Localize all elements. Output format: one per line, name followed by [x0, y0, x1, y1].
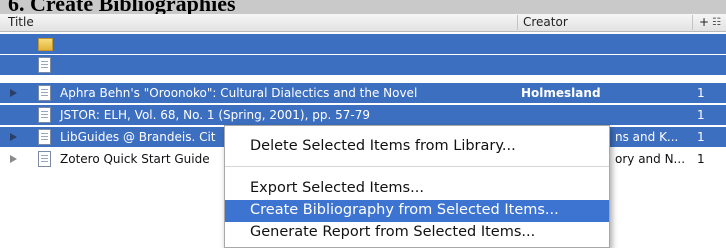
menu-item-label: Generate Report from Selected Items... — [250, 224, 536, 240]
menu-item-label: Delete Selected Items from Library... — [250, 138, 516, 154]
menu-item-export-selected[interactable]: Export Selected Items... — [225, 178, 609, 200]
row-count: 1 — [697, 108, 705, 122]
column-header-title[interactable]: Title — [8, 15, 34, 29]
table-row[interactable] — [0, 55, 726, 75]
column-header-creator[interactable]: Creator — [523, 15, 568, 29]
menu-item-generate-report[interactable]: Generate Report from Selected Items... — [225, 222, 609, 244]
expand-triangle-icon[interactable] — [10, 89, 17, 97]
menu-divider — [225, 166, 609, 167]
row-title: Aphra Behn's "Oroonoko": Cultural Dialec… — [60, 86, 418, 100]
row-count: 1 — [697, 152, 705, 166]
column-divider — [517, 15, 518, 30]
document-icon — [38, 129, 51, 145]
menu-item-label: Export Selected Items... — [250, 180, 424, 196]
table-row[interactable]: JSTOR: ELH, Vol. 68, No. 1 (Spring, 2001… — [0, 105, 726, 125]
row-title: JSTOR: ELH, Vol. 68, No. 1 (Spring, 2001… — [60, 108, 370, 122]
document-icon — [38, 57, 51, 73]
document-icon — [38, 151, 51, 167]
row-count: 1 — [697, 130, 705, 144]
folder-icon — [38, 38, 53, 51]
row-creator: ory and N... — [615, 152, 686, 166]
column-header-row: Title Creator + ☷ — [0, 14, 726, 32]
expand-triangle-icon[interactable] — [10, 155, 17, 163]
section-heading-text: 6. Create Bibliographies — [8, 0, 236, 14]
column-picker-icon[interactable]: ☷ — [712, 17, 721, 28]
section-heading: 6. Create Bibliographies — [0, 0, 726, 14]
column-divider — [692, 15, 693, 30]
document-icon — [38, 85, 51, 101]
table-row[interactable]: Aphra Behn's "Oroonoko": Cultural Dialec… — [0, 83, 726, 103]
menu-item-create-bibliography[interactable]: Create Bibliography from Selected Items.… — [225, 200, 609, 222]
expand-triangle-icon[interactable] — [10, 133, 17, 141]
row-creator: ns and K... — [615, 130, 679, 144]
menu-item-label: Create Bibliography from Selected Items.… — [250, 202, 559, 218]
menu-item-delete-selected[interactable]: Delete Selected Items from Library... — [225, 136, 609, 158]
row-title: Zotero Quick Start Guide — [60, 152, 210, 166]
table-row[interactable] — [0, 34, 726, 54]
row-title: LibGuides @ Brandeis. Cit — [60, 130, 216, 144]
row-creator: Holmesland — [521, 86, 601, 100]
document-icon — [38, 107, 51, 123]
column-header-plus[interactable]: + — [699, 15, 709, 29]
row-count: 1 — [697, 86, 705, 100]
context-menu: Delete Selected Items from Library... Ex… — [224, 125, 610, 248]
